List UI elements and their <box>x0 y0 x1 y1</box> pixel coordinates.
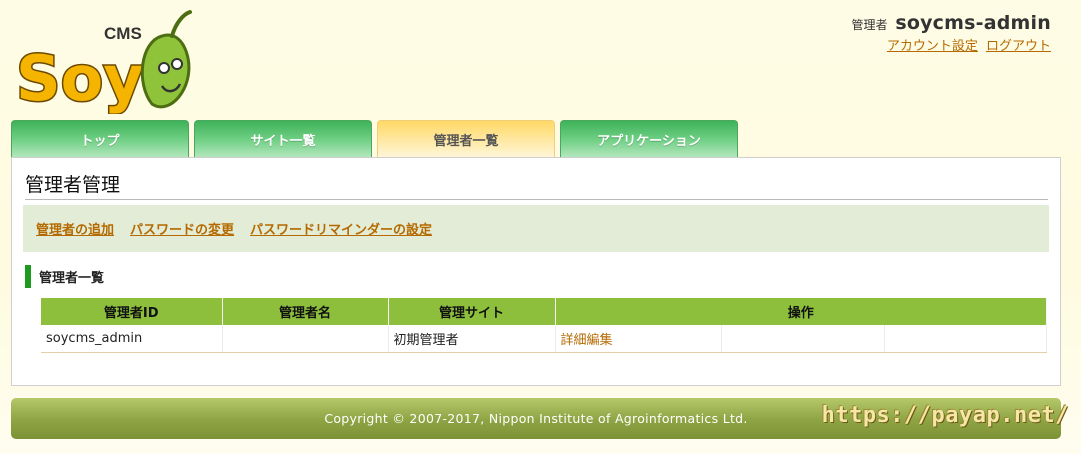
column-header-managed-site: 管理サイト <box>388 298 556 325</box>
action-bar: 管理者の追加 パスワードの変更 パスワードリマインダーの設定 <box>23 205 1049 252</box>
add-admin-link[interactable]: 管理者の追加 <box>36 219 114 238</box>
tab-applications[interactable]: アプリケーション <box>560 120 738 158</box>
password-reminder-settings-link[interactable]: パスワードリマインダーの設定 <box>250 219 432 238</box>
column-header-admin-id: 管理者ID <box>41 298 223 325</box>
soy-logo-icon: CMS Soy <box>15 10 192 117</box>
account-settings-link[interactable]: アカウント設定 <box>887 39 978 54</box>
cell-admin-name <box>222 325 389 353</box>
watermark: https://payap.net/ <box>821 403 1069 428</box>
admin-username: soycms-admin <box>895 12 1051 34</box>
logout-link[interactable]: ログアウト <box>986 39 1051 54</box>
copyright-text: Copyright © 2007-2017, Nippon Institute … <box>324 411 748 426</box>
section-heading: 管理者一覧 <box>25 265 104 288</box>
soycms-logo[interactable]: CMS Soy <box>12 6 197 117</box>
table-row: soycms_admin 初期管理者 詳細編集 <box>41 325 1047 353</box>
change-password-link[interactable]: パスワードの変更 <box>130 219 234 238</box>
tab-top[interactable]: トップ <box>11 120 189 158</box>
main-panel: 管理者管理 管理者の追加 パスワードの変更 パスワードリマインダーの設定 管理者… <box>11 157 1061 386</box>
page-title: 管理者管理 <box>25 170 1048 200</box>
cell-admin-id: soycms_admin <box>41 325 223 353</box>
svg-text:CMS: CMS <box>104 24 142 43</box>
tab-site-list[interactable]: サイト一覧 <box>194 120 372 158</box>
admin-table: 管理者ID 管理者名 管理サイト 操作 soycms_admin 初期管理者 詳… <box>41 298 1047 353</box>
admin-links: アカウント設定 ログアウト <box>851 35 1051 54</box>
cell-operation-edit: 詳細編集 <box>555 325 722 353</box>
cell-operation-empty <box>884 325 1047 353</box>
tab-admin-list[interactable]: 管理者一覧 <box>377 120 555 158</box>
table-header-row: 管理者ID 管理者名 管理サイト 操作 <box>41 298 1047 325</box>
column-header-admin-name: 管理者名 <box>222 298 389 325</box>
edit-details-link[interactable]: 詳細編集 <box>561 333 613 348</box>
column-header-operations: 操作 <box>555 298 1047 325</box>
svg-text:Soy: Soy <box>16 42 144 114</box>
cell-managed-site: 初期管理者 <box>388 325 556 353</box>
cell-operation-empty <box>721 325 885 353</box>
main-tabs: トップ サイト一覧 管理者一覧 アプリケーション <box>11 120 738 158</box>
admin-user-line: 管理者 soycms-admin <box>851 12 1051 34</box>
admin-info: 管理者 soycms-admin アカウント設定 ログアウト <box>851 12 1051 54</box>
admin-prefix: 管理者 <box>851 18 888 32</box>
